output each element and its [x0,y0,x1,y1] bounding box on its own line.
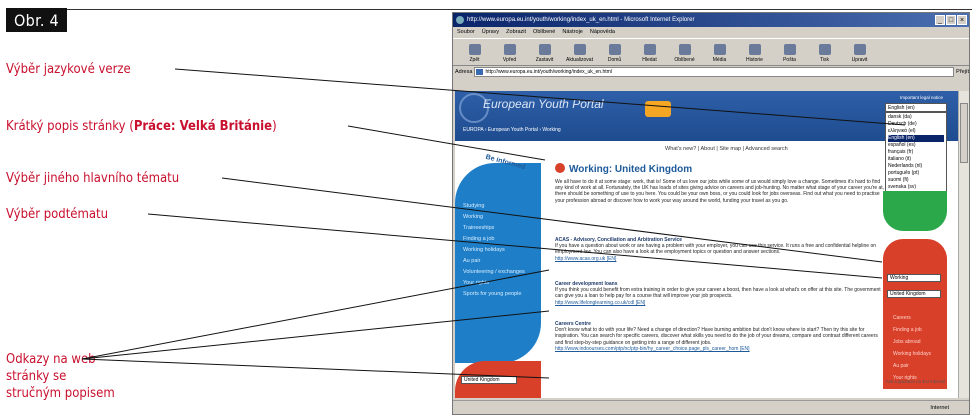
pointer-line-subtopic [147,213,883,279]
pointer-line-link-2 [81,310,550,360]
pointer-line-description [347,125,546,161]
pointer-line-link-3 [81,358,550,379]
pointer-line-language [174,68,906,126]
annotation-lines [81,68,906,379]
pointer-line-link-1 [81,269,550,360]
